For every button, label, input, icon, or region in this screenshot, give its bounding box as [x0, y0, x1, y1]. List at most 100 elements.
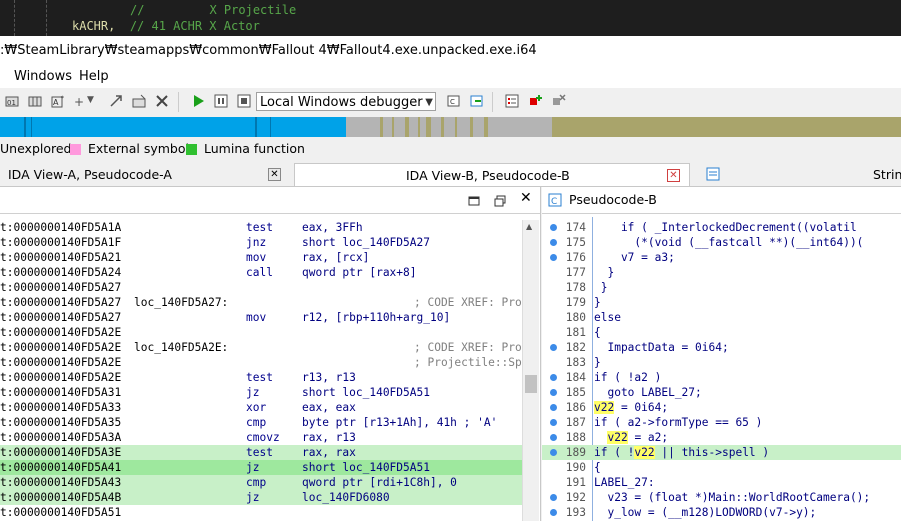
close-icon[interactable]: ✕: [268, 168, 281, 181]
enum-icon[interactable]: [131, 93, 147, 109]
disasm-row[interactable]: t:0000000140FD5A51: [0, 505, 522, 520]
disasm-row[interactable]: t:0000000140FD5A2E test r13, r13: [0, 370, 522, 385]
float-pane-icon[interactable]: [494, 195, 506, 207]
disasm-row[interactable]: t:0000000140FD5A2E ; Projectile::Sp: [0, 355, 522, 370]
pseudocode-row[interactable]: 179}: [542, 295, 901, 310]
pseudocode-row[interactable]: 191 LABEL_27:: [542, 475, 901, 490]
scrollbar-thumb[interactable]: [525, 375, 537, 393]
disasm-row[interactable]: t:0000000140FD5A33 xor eax, eax: [0, 400, 522, 415]
disasm-address: t:0000000140FD5A27: [0, 281, 122, 294]
pseudocode-row[interactable]: 186 v22 = 0i64;: [542, 400, 901, 415]
breakpoint-dot-icon[interactable]: [550, 404, 557, 411]
disasm-mnemonic: mov: [246, 311, 267, 324]
breakpoint-dot-icon[interactable]: [550, 509, 557, 516]
pseudocode-row[interactable]: 181 {: [542, 325, 901, 340]
pseudocode-row[interactable]: 188 v22 = a2;: [542, 430, 901, 445]
breakpoint-dot-icon[interactable]: [550, 434, 557, 441]
disasm-row[interactable]: t:0000000140FD5A2E loc_140FD5A2E: ; CODE X…: [0, 340, 522, 355]
pause-icon[interactable]: [213, 93, 229, 109]
breakpoint-dot-icon[interactable]: [550, 344, 557, 351]
pseudocode-row[interactable]: 183}: [542, 355, 901, 370]
pseudocode-row[interactable]: 187 if ( a2->formType == 65 ): [542, 415, 901, 430]
disasm-mnemonic: test: [246, 371, 273, 384]
run-to-cursor-icon[interactable]: [469, 93, 485, 109]
line-number: 182: [565, 341, 586, 354]
disasm-row[interactable]: t:0000000140FD5A27 mov r12, [rbp+110h+arg_…: [0, 310, 522, 325]
minimize-pane-icon[interactable]: [468, 195, 480, 207]
pseudocode-row[interactable]: 189 if ( !v22 || this->spell ): [542, 445, 901, 460]
line-number: 179: [565, 296, 586, 309]
disasm-row[interactable]: t:0000000140FD5A3E test rax, rax: [0, 445, 522, 460]
breakpoint-dot-icon[interactable]: [550, 389, 557, 396]
disasm-row[interactable]: t:0000000140FD5A43 cmp qword ptr [rdi+1C8h…: [0, 475, 522, 490]
pseudocode-row[interactable]: 184 if ( !a2 ): [542, 370, 901, 385]
legend-external-label: External symbol: [88, 141, 189, 156]
add-breakpoint-icon[interactable]: [527, 93, 543, 109]
code-line: kACHR, // 41 ACHR X Actor: [72, 18, 260, 34]
make-data-icon[interactable]: 01: [4, 93, 20, 109]
disasm-row[interactable]: t:0000000140FD5A3A cmovz rax, r13: [0, 430, 522, 445]
disassembly-header: ✕: [0, 187, 540, 214]
disasm-row[interactable]: t:0000000140FD5A1A test eax, 3FFh: [0, 220, 522, 235]
dropdown-arrow-icon[interactable]: ▼: [87, 95, 94, 105]
disasm-row[interactable]: t:0000000140FD5A27: [0, 280, 522, 295]
nav-legend: Unexplored External symbol Lumina functi…: [0, 138, 901, 160]
disasm-operands: rax, rax: [302, 446, 356, 459]
disasm-row[interactable]: t:0000000140FD5A21 mov rax, [rcx]: [0, 250, 522, 265]
pseudocode-row[interactable]: 182 ImpactData = 0i64;: [542, 340, 901, 355]
breakpoint-dot-icon[interactable]: [550, 449, 557, 456]
disasm-row[interactable]: t:0000000140FD5A2E: [0, 325, 522, 340]
pseudocode-row[interactable]: 176 v7 = a3;: [542, 250, 901, 265]
breakpoint-list-icon[interactable]: [504, 93, 520, 109]
disasm-address: t:0000000140FD5A1F: [0, 236, 122, 249]
breakpoint-dot-icon[interactable]: [550, 224, 557, 231]
make-array-icon[interactable]: [27, 93, 43, 109]
close-icon[interactable]: ✕: [667, 169, 680, 182]
breakpoint-dot-icon[interactable]: [550, 374, 557, 381]
pseudocode-row[interactable]: 192 v23 = (float *)Main::WorldRootCamera…: [542, 490, 901, 505]
disasm-operands: short loc_140FD5A27: [302, 236, 430, 249]
vertical-scrollbar[interactable]: ▲: [522, 220, 539, 521]
disasm-row[interactable]: t:0000000140FD5A41 jz short loc_140FD5A51: [0, 460, 522, 475]
pseudocode-row[interactable]: 177 }: [542, 265, 901, 280]
disasm-row[interactable]: t:0000000140FD5A4B jz loc_140FD6080: [0, 490, 522, 505]
struct-var-icon[interactable]: [108, 93, 124, 109]
stop-icon[interactable]: [236, 93, 252, 109]
debugger-select[interactable]: Local Windows debugger ▼: [256, 92, 436, 111]
disasm-row[interactable]: t:0000000140FD5A31 jz short loc_140FD5A51: [0, 385, 522, 400]
pseudocode-row[interactable]: 174 if ( _InterlockedDecrement((volatil: [542, 220, 901, 235]
pseudocode-row[interactable]: 193 y_low = (__m128)LODWORD(v7->y);: [542, 505, 901, 520]
disasm-row[interactable]: t:0000000140FD5A1F jnz short loc_140FD5A27: [0, 235, 522, 250]
tab-strings[interactable]: Strin: [700, 163, 901, 186]
attach-process-icon[interactable]: C: [446, 93, 462, 109]
menu-windows[interactable]: Windows: [14, 69, 72, 84]
breakpoint-dot-icon[interactable]: [550, 254, 557, 261]
pseudocode-view: C Pseudocode-B 174 if ( _InterlockedDecr…: [542, 187, 901, 521]
highlighted-identifier: v22: [607, 431, 628, 444]
disasm-operands: short loc_140FD5A51: [302, 461, 430, 474]
navigation-band[interactable]: [0, 117, 901, 137]
pseudocode-row[interactable]: 178 }: [542, 280, 901, 295]
tab-ida-view-a[interactable]: IDA View-A, Pseudocode-A ✕: [0, 163, 292, 186]
breakpoint-dot-icon[interactable]: [550, 419, 557, 426]
disasm-row[interactable]: t:0000000140FD5A35 cmp byte ptr [r13+1Ah],…: [0, 415, 522, 430]
legend-external-swatch: [70, 144, 81, 155]
tab-ida-view-b[interactable]: IDA View-B, Pseudocode-B ✕: [294, 163, 690, 186]
disasm-row[interactable]: t:0000000140FD5A27 loc_140FD5A27: ; CODE X…: [0, 295, 522, 310]
pseudocode-row[interactable]: 175 (*(void (__fastcall **)(__int64))(: [542, 235, 901, 250]
breakpoint-dot-icon[interactable]: [550, 494, 557, 501]
undefine-icon[interactable]: [154, 93, 170, 109]
menu-help[interactable]: Help: [79, 69, 109, 84]
delete-breakpoint-icon[interactable]: [550, 93, 566, 109]
pseudocode-text: LABEL_27:: [594, 476, 655, 489]
start-debug-icon[interactable]: [190, 93, 206, 109]
disasm-row[interactable]: t:0000000140FD5A24 call qword ptr [rax+8]: [0, 265, 522, 280]
pseudocode-row[interactable]: 185 goto LABEL_27;: [542, 385, 901, 400]
pseudocode-row[interactable]: 180 else: [542, 310, 901, 325]
breakpoint-dot-icon[interactable]: [550, 239, 557, 246]
make-string-icon[interactable]: A *: [50, 93, 66, 109]
make-offset-icon[interactable]: +: [72, 93, 88, 109]
pseudocode-row[interactable]: 190 {: [542, 460, 901, 475]
scroll-up-icon[interactable]: ▲: [526, 222, 532, 231]
close-icon[interactable]: ✕: [520, 190, 532, 206]
